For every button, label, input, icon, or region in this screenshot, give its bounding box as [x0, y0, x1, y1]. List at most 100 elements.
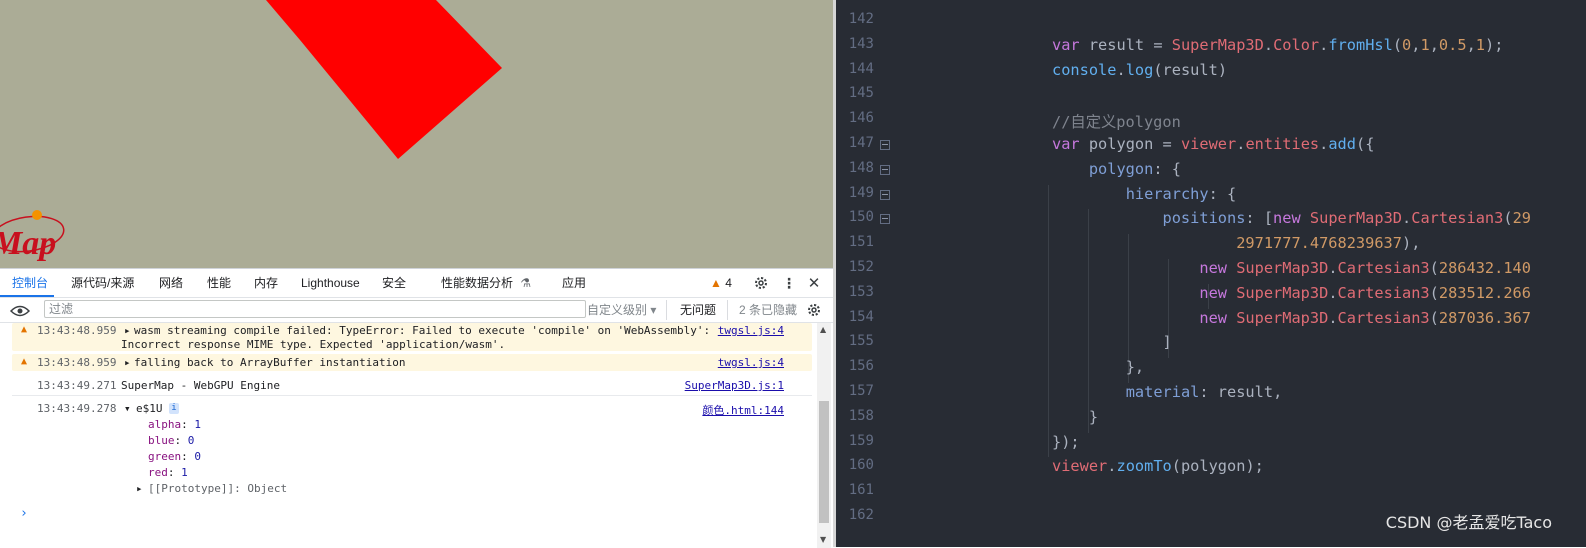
fold-toggle-icon[interactable] — [880, 189, 890, 200]
code-token: : { — [1153, 159, 1181, 178]
tab-performance-insights[interactable]: 性能数据分析 ⚗ — [441, 269, 531, 297]
code-token: SuperMap3D — [1309, 209, 1403, 228]
message-source-link[interactable]: 颜色.html:144 — [702, 402, 784, 418]
code-token: positions — [1162, 209, 1246, 228]
code-line[interactable]: positions: [new SuperMap3D.Cartesian3(29 — [1052, 209, 1531, 227]
code-line[interactable]: //自定义polygon — [1052, 110, 1181, 132]
tab-memory[interactable]: 内存 — [254, 269, 278, 297]
code-token: add — [1328, 135, 1356, 153]
console-message-warning[interactable]: ▲ 13:43:48.959 ▸ falling back to ArrayBu… — [12, 354, 812, 371]
console-filter-input[interactable] — [44, 300, 586, 318]
code-line[interactable]: 2971777.4768239637), — [1052, 234, 1420, 252]
code-line[interactable]: var polygon = viewer.entities.add({ — [1052, 135, 1374, 153]
code-line[interactable]: polygon: { — [1052, 160, 1181, 178]
log-level-dropdown[interactable]: 自定义级别 ▾ — [587, 298, 656, 322]
warning-count-badge[interactable]: ▲ 4 — [710, 269, 732, 297]
tab-network[interactable]: 网络 — [159, 269, 183, 297]
code-token: new — [1199, 259, 1227, 277]
code-token: polygon — [1088, 159, 1154, 178]
code-token: . — [1116, 60, 1126, 79]
code-editor[interactable]: 142 143 144 145 146 147 148 149 150 151 152 153 154 1… — [836, 0, 1586, 547]
code-line[interactable]: }, — [1052, 358, 1144, 376]
tab-performance[interactable]: 性能 — [207, 269, 231, 297]
close-icon[interactable]: ✕ — [805, 274, 823, 292]
console-prompt[interactable]: › — [20, 506, 28, 521]
warning-count: 4 — [725, 276, 732, 290]
fold-toggle-icon[interactable] — [880, 164, 890, 175]
message-source-link[interactable]: twgsl.js:4 — [718, 324, 784, 337]
property-value: 0 — [187, 434, 195, 447]
expand-arrow-icon[interactable]: ▸ — [124, 356, 131, 369]
settings-icon[interactable] — [752, 274, 770, 292]
tab-security[interactable]: 安全 — [382, 269, 406, 297]
property-key: blue — [148, 434, 175, 447]
fold-toggle-icon[interactable] — [880, 140, 890, 150]
code-token: SuperMap3D — [1236, 308, 1329, 327]
code-line[interactable]: viewer.zoomTo(polygon); — [1052, 457, 1264, 475]
console-scrollbar[interactable]: ▲ ▼ — [817, 323, 831, 548]
expand-arrow-icon[interactable]: ▸ — [136, 482, 143, 495]
code-token: hierarchy — [1125, 184, 1209, 203]
code-token: 29 — [1512, 209, 1531, 228]
object-property: blue: 0 — [148, 434, 195, 447]
code-line[interactable]: hierarchy: { — [1052, 184, 1237, 203]
code-line[interactable]: console.log(result) — [1052, 61, 1227, 79]
code-token: } — [1088, 407, 1099, 426]
code-token: Cartesian3 — [1337, 283, 1430, 302]
code-token: 0.5 — [1438, 35, 1467, 54]
message-source-link[interactable]: SuperMap3D.js:1 — [685, 379, 784, 392]
console-message-warning[interactable]: ▲ 13:43:48.959 ▸ wasm streaming compile … — [12, 323, 812, 351]
line-number: 148 — [848, 159, 874, 176]
code-line[interactable]: material: result, — [1052, 383, 1283, 401]
console-settings-icon[interactable] — [806, 302, 822, 318]
expand-arrow-icon[interactable]: ▸ — [124, 324, 131, 337]
property-key: green — [148, 450, 182, 463]
line-number: 146 — [848, 110, 874, 127]
code-token: 2971777.4768239637 — [1236, 234, 1402, 253]
scrollbar-thumb[interactable] — [819, 401, 829, 523]
fold-toggle-icon[interactable] — [880, 214, 890, 225]
no-issues-button[interactable]: 无问题 — [680, 298, 716, 322]
message-source-link[interactable]: twgsl.js:4 — [718, 356, 784, 369]
line-number: 154 — [848, 308, 874, 325]
info-badge-icon[interactable]: i — [169, 403, 179, 414]
code-token: viewer — [1052, 457, 1108, 476]
code-token: ] — [1162, 333, 1172, 352]
code-line[interactable]: new SuperMap3D.Cartesian3(283512.266 — [1052, 284, 1531, 302]
scroll-up-icon[interactable]: ▲ — [820, 325, 826, 334]
code-line[interactable]: ] — [1052, 333, 1172, 351]
line-number: 160 — [848, 457, 874, 474]
scroll-down-icon[interactable]: ▼ — [820, 535, 826, 544]
line-number: 157 — [848, 383, 874, 399]
message-text: SuperMap - WebGPU Engine — [121, 379, 280, 392]
code-line[interactable]: var result = SuperMap3D.Color.fromHsl(0,… — [1052, 36, 1503, 54]
3d-viewport[interactable]: Map — [0, 0, 833, 268]
code-token: var — [1052, 35, 1080, 54]
object-prototype[interactable]: [[Prototype]]: Object — [148, 482, 287, 495]
more-options-icon[interactable]: ⋮ — [780, 274, 798, 292]
line-number: 149 — [848, 184, 874, 201]
code-line[interactable]: } — [1052, 408, 1098, 426]
code-line[interactable]: }); — [1052, 433, 1080, 451]
code-token: , — [1429, 35, 1439, 54]
tab-lighthouse[interactable]: Lighthouse — [301, 269, 360, 297]
code-line[interactable]: new SuperMap3D.Cartesian3(286432.140 — [1052, 259, 1531, 277]
eye-icon[interactable] — [9, 302, 31, 318]
console-message-log[interactable]: 13:43:49.271 SuperMap - WebGPU Engine Su… — [12, 377, 812, 396]
tab-performance-insights-label: 性能数据分析 — [441, 276, 514, 290]
tab-console[interactable]: 控制台 — [0, 269, 55, 297]
code-token: }); — [1052, 432, 1080, 451]
tab-application[interactable]: 应用 — [562, 269, 586, 297]
code-line[interactable]: new SuperMap3D.Cartesian3(287036.367 — [1052, 309, 1531, 327]
console-filter-bar: 自定义级别 ▾ 无问题 2 条已隐藏 — [0, 298, 833, 323]
console-message-object[interactable]: 13:43:49.278 ▾ e$1U i 颜色.html:144 alpha:… — [12, 400, 812, 500]
tab-sources[interactable]: 源代码/来源 — [71, 269, 134, 297]
collapse-arrow-icon[interactable]: ▾ — [124, 402, 131, 415]
